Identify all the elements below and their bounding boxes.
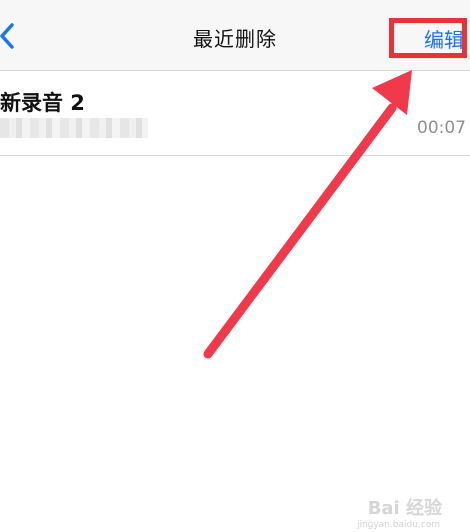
recording-row[interactable]: 新录音 2 00:07: [0, 71, 470, 156]
screen: 最近删除 编辑 新录音 2 00:07 Bai 经验 jingyan.baidu…: [0, 0, 470, 532]
recording-date-blurred: [0, 118, 148, 138]
page-title: 最近删除: [193, 27, 277, 51]
watermark-logo: Bai 经验: [367, 498, 442, 519]
watermark-url: jingyan.baidu.com: [356, 520, 440, 530]
navigation-bar: 最近删除 编辑: [0, 0, 470, 71]
edit-button[interactable]: 编辑: [424, 19, 464, 59]
recording-duration: 00:07: [417, 118, 466, 138]
recording-title: 新录音 2: [0, 91, 85, 115]
